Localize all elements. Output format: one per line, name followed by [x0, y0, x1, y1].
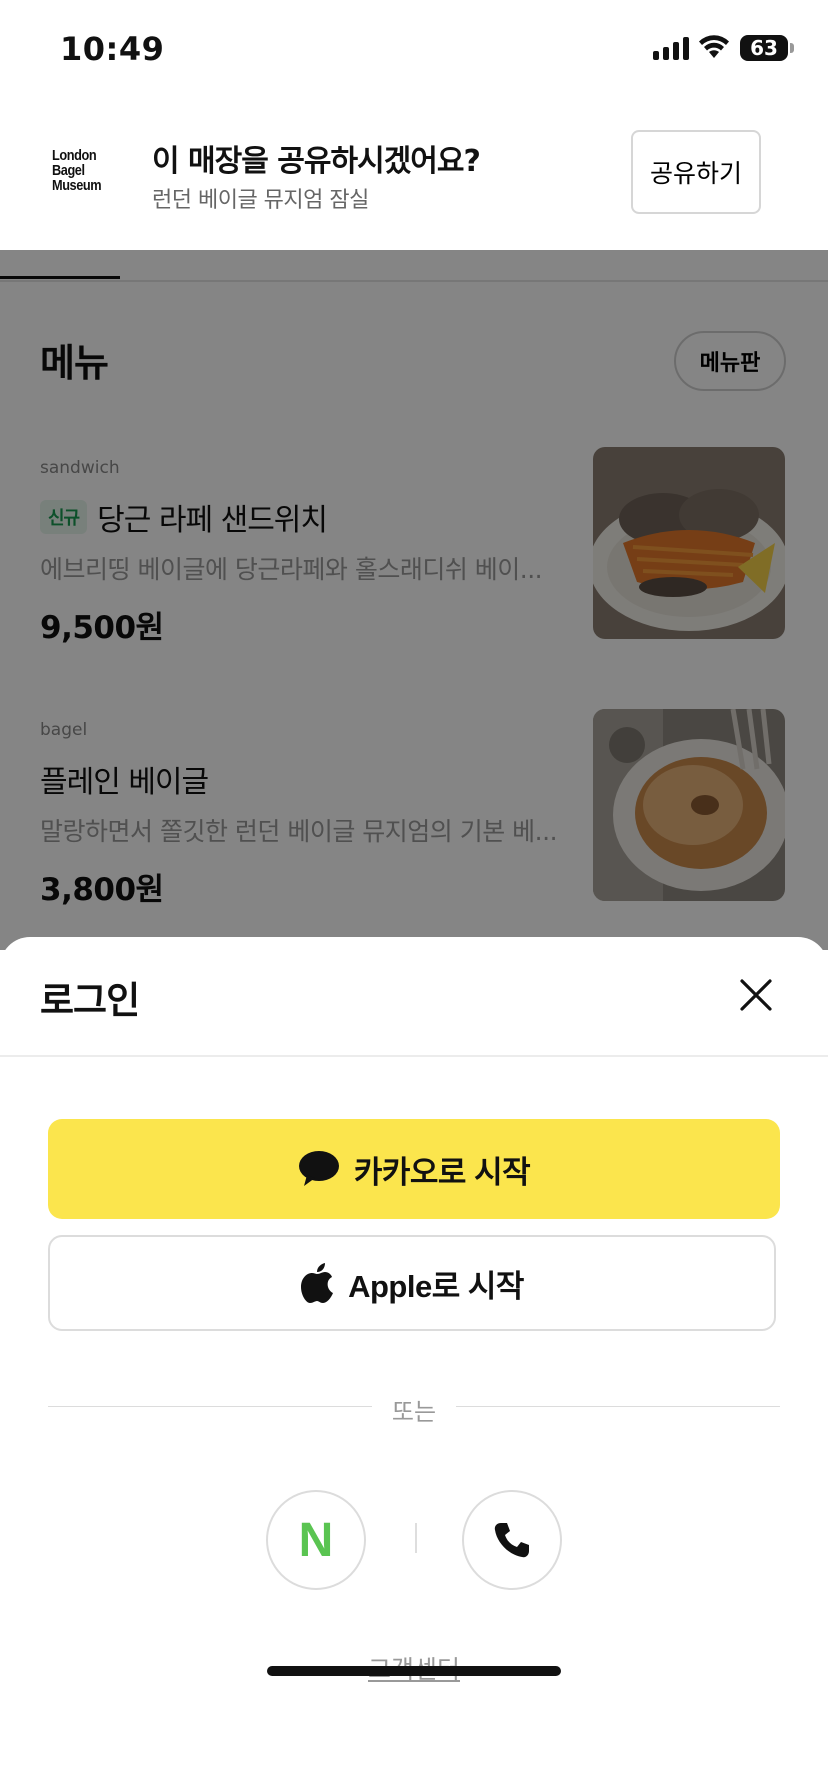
logo-line: Museum: [52, 177, 102, 194]
status-time: 10:49: [60, 30, 165, 68]
close-icon[interactable]: [736, 975, 776, 1015]
logo-line: Bagel: [52, 162, 85, 179]
share-button[interactable]: 공유하기: [631, 130, 761, 214]
brand-logo: London Bagel Museum: [52, 148, 112, 193]
login-sheet: 로그인 카카오로 시작 Apple로 시작 또는 N 고객센터: [0, 937, 828, 1792]
share-title: 이 매장을 공유하시겠어요?: [152, 144, 481, 179]
apple-login-button[interactable]: Apple로 시작: [48, 1235, 776, 1331]
signal-icon: [653, 36, 689, 60]
naver-login-button[interactable]: N: [266, 1490, 366, 1590]
kakao-login-button[interactable]: 카카오로 시작: [48, 1119, 780, 1219]
phone-icon: [494, 1523, 529, 1558]
or-divider: 또는: [48, 1392, 780, 1426]
modal-dim-overlay[interactable]: [0, 250, 828, 950]
sheet-divider: [0, 1055, 828, 1057]
wifi-icon: [699, 35, 729, 58]
social-separator: [415, 1523, 417, 1553]
status-bar: 10:49 63: [0, 0, 828, 100]
battery-icon: 63: [740, 35, 788, 61]
phone-login-button[interactable]: [462, 1490, 562, 1590]
apple-login-label: Apple로 시작: [348, 1268, 524, 1304]
share-subtitle: 런던 베이글 뮤지엄 잠실: [152, 188, 369, 213]
or-text: 또는: [391, 1398, 437, 1426]
battery-cap: [790, 43, 794, 53]
naver-icon: N: [298, 1513, 334, 1567]
speech-bubble-icon: [298, 1151, 339, 1186]
or-line-right: [456, 1406, 780, 1407]
apple-icon: [301, 1263, 334, 1303]
kakao-login-label: 카카오로 시작: [353, 1154, 531, 1190]
sheet-title: 로그인: [40, 979, 140, 1022]
logo-line: London: [52, 147, 97, 164]
home-indicator[interactable]: [267, 1666, 561, 1676]
